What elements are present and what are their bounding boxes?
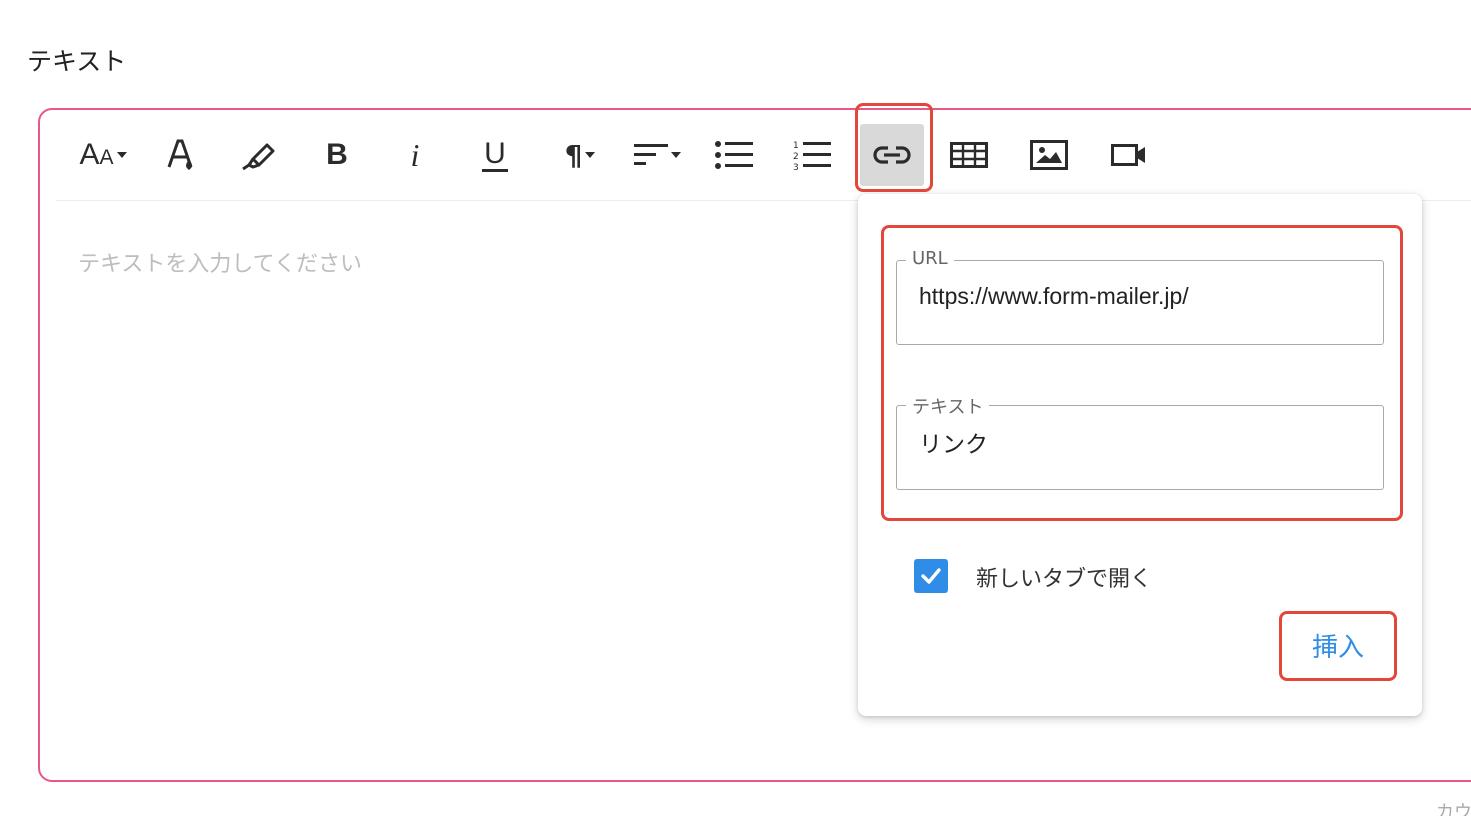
checkmark-icon: [921, 568, 941, 584]
numbered-list-button[interactable]: 1 2 3: [788, 124, 836, 186]
font-color-button[interactable]: [156, 124, 206, 186]
numbered-list-icon: 1 2 3: [793, 141, 831, 170]
url-field[interactable]: URL: [896, 248, 1384, 345]
font-size-button[interactable]: AA: [70, 124, 136, 186]
svg-text:2: 2: [793, 152, 799, 162]
highlighter-icon: [242, 143, 275, 171]
table-button[interactable]: [946, 124, 992, 186]
new-tab-label[interactable]: 新しいタブで開く: [976, 561, 1152, 593]
align-button[interactable]: [626, 124, 688, 186]
link-text-field[interactable]: テキスト: [896, 393, 1384, 490]
video-icon: [1111, 144, 1145, 166]
highlight-button[interactable]: [234, 124, 284, 186]
font-color-icon: [167, 139, 193, 170]
chevron-down-icon: [670, 152, 681, 158]
underline-icon: U: [482, 136, 508, 172]
paragraph-button[interactable]: ¶: [550, 124, 610, 186]
svg-text:1: 1: [793, 141, 799, 151]
url-input[interactable]: [919, 283, 1359, 310]
italic-icon: i: [410, 136, 420, 173]
font-size-icon: AA: [79, 138, 114, 171]
link-button[interactable]: [860, 124, 924, 186]
image-icon: [1030, 140, 1068, 170]
character-counter: カウ: [1436, 802, 1471, 816]
insert-button[interactable]: 挿入: [1280, 612, 1396, 678]
table-icon: [950, 142, 988, 168]
link-text-input[interactable]: [919, 428, 1359, 455]
editor-placeholder: テキストを入力してください: [78, 252, 363, 277]
align-icon: [633, 144, 668, 165]
underline-button[interactable]: U: [472, 124, 518, 186]
svg-text:3: 3: [793, 163, 799, 170]
field-label: テキスト: [27, 47, 127, 76]
image-button[interactable]: [1026, 124, 1072, 186]
paragraph-icon: ¶: [564, 138, 583, 172]
editor-toolbar: AA B i U ¶ 1 2 3: [56, 110, 1471, 201]
url-field-label: URL: [906, 248, 954, 269]
bold-button[interactable]: B: [314, 124, 360, 186]
link-icon: [873, 146, 911, 164]
italic-button[interactable]: i: [392, 124, 438, 186]
editor-page: テキスト AA B i U ¶ 1 2 3 テキストを入力してください URL …: [0, 0, 1471, 816]
chevron-down-icon: [116, 152, 127, 158]
video-button[interactable]: [1106, 124, 1152, 186]
bullet-list-icon: [715, 141, 753, 169]
bullet-list-button[interactable]: [710, 124, 758, 186]
chevron-down-icon: [585, 152, 596, 158]
link-text-field-label: テキスト: [906, 393, 990, 419]
new-tab-checkbox[interactable]: [914, 559, 948, 593]
bold-icon: B: [326, 138, 348, 171]
